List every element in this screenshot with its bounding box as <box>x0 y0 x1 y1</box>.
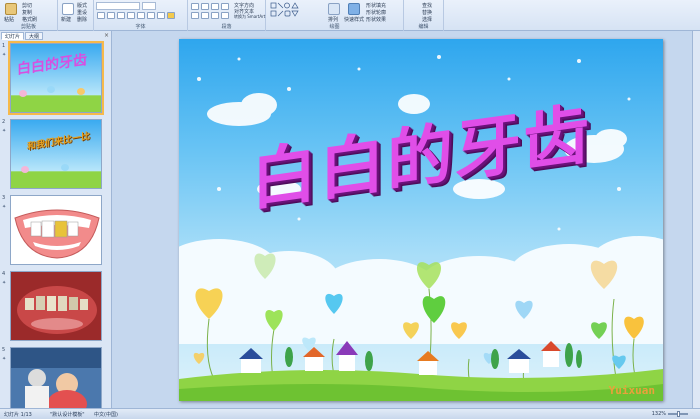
layout-button[interactable]: 版式 <box>77 2 87 9</box>
slide-number: 5 <box>2 347 6 353</box>
new-slide-icon[interactable] <box>62 3 74 15</box>
tab-slides[interactable]: 幻灯片 <box>1 32 25 40</box>
paragraph-group-label: 段落 <box>221 24 232 30</box>
quick-styles-button[interactable]: 快速样式 <box>344 16 364 23</box>
italic-icon[interactable] <box>107 12 115 19</box>
animation-icon: ✦ <box>2 280 7 286</box>
watermark: Yuixuan <box>608 384 655 397</box>
slide-number: 1 <box>2 43 6 49</box>
find-button[interactable]: 查找 <box>422 2 432 9</box>
underline-icon[interactable] <box>117 12 125 19</box>
shapes-gallery-icon[interactable] <box>270 2 320 20</box>
numbering-icon[interactable] <box>201 3 209 10</box>
clipboard-group-label: 剪贴板 <box>20 24 36 30</box>
replace-button[interactable]: 替换 <box>422 9 432 16</box>
shape-fill-button[interactable]: 形状填充 <box>366 2 386 9</box>
slides-panel: 幻灯片 大纲 × 1 ✦ 白白的牙齿 2 ✦ 和我们来比一比 3 ✦ 4 ✦ 5… <box>0 31 112 417</box>
arrange-icon[interactable] <box>328 3 340 15</box>
animation-icon: ✦ <box>2 356 7 362</box>
quick-styles-icon[interactable] <box>348 3 360 15</box>
strikethrough-icon[interactable] <box>127 12 135 19</box>
thumbnail-image <box>10 347 102 417</box>
tab-outline[interactable]: 大纲 <box>25 32 44 40</box>
clipboard-group: 粘贴 剪切 复制 格式刷 剪贴板 <box>0 0 58 31</box>
current-slide[interactable]: 白白的牙齿 Yuixuan <box>179 39 663 401</box>
slide-count: 幻灯片 1/13 <box>4 412 32 418</box>
paste-button[interactable]: 粘贴 <box>4 16 14 23</box>
editing-group-label: 编辑 <box>418 24 429 30</box>
animation-icon: ✦ <box>2 204 7 210</box>
new-slide-button[interactable]: 新建 <box>61 16 71 23</box>
ribbon: 粘贴 剪切 复制 格式刷 剪贴板 新建 版式 重设 删除 字体 文字方向 对齐文… <box>0 0 700 31</box>
font-group-label: 字体 <box>135 24 146 30</box>
slide-editing-area: 白白的牙齿 Yuixuan <box>113 31 700 408</box>
paragraph-group: 文字方向 对齐文本 转换为 SmartArt 段落 <box>188 0 266 31</box>
shape-outline-button[interactable]: 形状轮廓 <box>366 9 386 16</box>
delete-button[interactable]: 删除 <box>77 16 87 23</box>
align-right-icon[interactable] <box>211 12 219 19</box>
paste-icon[interactable] <box>5 3 17 15</box>
thumbnail-title: 白白的牙齿 <box>17 52 87 78</box>
slide-number: 3 <box>2 195 6 201</box>
spacing-icon[interactable] <box>147 12 155 19</box>
animation-icon: ✦ <box>2 52 7 58</box>
justify-icon[interactable] <box>221 12 229 19</box>
theme-name: "默认设计模板" <box>50 412 85 418</box>
slide-thumbnail-2[interactable]: 2 ✦ 和我们来比一比 <box>0 119 112 191</box>
language-indicator[interactable]: 中文(中国) <box>94 411 118 418</box>
shape-effects-button[interactable]: 形状效果 <box>366 16 386 23</box>
zoom-level[interactable]: 132% <box>652 411 666 417</box>
vertical-scrollbar[interactable] <box>692 31 700 408</box>
font-color-icon[interactable] <box>167 12 175 19</box>
select-button[interactable]: 选择 <box>422 16 432 23</box>
shadow-icon[interactable] <box>137 12 145 19</box>
zoom-slider-handle[interactable] <box>677 411 680 417</box>
dentist-photo <box>11 348 101 416</box>
drawing-group: 排列 快速样式 形状填充 形状轮廓 形状效果 绘图 <box>266 0 404 31</box>
arrange-button[interactable]: 排列 <box>328 16 338 23</box>
animation-icon: ✦ <box>2 128 7 134</box>
case-icon[interactable] <box>157 12 165 19</box>
font-size-box[interactable] <box>142 2 156 10</box>
thumbnail-title: 和我们来比一比 <box>27 131 91 153</box>
status-bar: 幻灯片 1/13 "默认设计模板" 中文(中国) 132% <box>0 408 700 419</box>
thumbnail-image: 和我们来比一比 <box>10 119 102 189</box>
bold-icon[interactable] <box>97 12 105 19</box>
reset-button[interactable]: 重设 <box>77 9 87 16</box>
thumbnail-image <box>10 271 102 341</box>
cut-button[interactable]: 剪切 <box>22 2 32 9</box>
drawing-group-label: 绘图 <box>329 24 340 30</box>
align-left-icon[interactable] <box>191 12 199 19</box>
mouth-photo <box>11 272 101 340</box>
line-spacing-icon[interactable] <box>221 3 229 10</box>
close-icon[interactable]: × <box>104 32 109 40</box>
font-group: 字体 <box>94 0 188 31</box>
slide-number: 4 <box>2 271 6 277</box>
thumbnail-image <box>10 195 102 265</box>
thumbnail-image: 白白的牙齿 <box>8 41 104 115</box>
slide-thumbnail-1[interactable]: 1 ✦ 白白的牙齿 <box>0 41 112 115</box>
align-center-icon[interactable] <box>201 12 209 19</box>
copy-button[interactable]: 复制 <box>22 9 32 16</box>
bullets-icon[interactable] <box>191 3 199 10</box>
indent-icon[interactable] <box>211 3 219 10</box>
panel-tabs: 幻灯片 大纲 × <box>1 32 111 40</box>
format-painter-button[interactable]: 格式刷 <box>22 16 37 23</box>
slide-number: 2 <box>2 119 6 125</box>
slides-group: 新建 版式 重设 删除 <box>58 0 94 31</box>
smartart-button[interactable]: 转换为 SmartArt <box>234 14 265 20</box>
smile-teeth-illustration <box>14 209 100 259</box>
editing-group: 查找 替换 选择 编辑 <box>404 0 444 31</box>
slide-thumbnail-4[interactable]: 4 ✦ <box>0 271 112 343</box>
font-name-box[interactable] <box>96 2 140 10</box>
slide-thumbnail-3[interactable]: 3 ✦ <box>0 195 112 267</box>
